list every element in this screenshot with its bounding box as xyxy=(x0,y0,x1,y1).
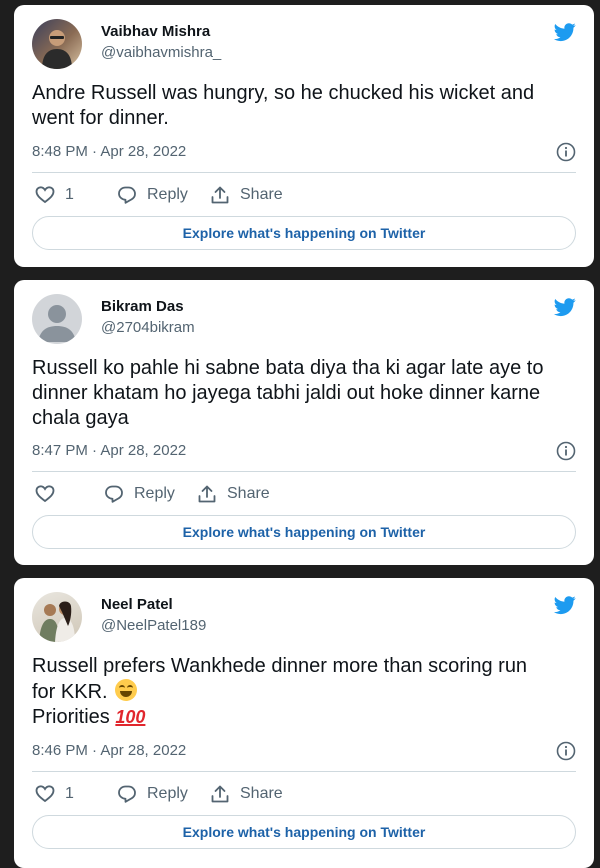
tweet-timestamp[interactable]: 8:47 PM · Apr 28, 2022 xyxy=(32,442,186,459)
reply-icon xyxy=(104,484,124,504)
heart-icon xyxy=(35,484,55,504)
tweet-text: Russell ko pahle hi sabne bata diya tha … xyxy=(32,356,577,431)
like-button[interactable] xyxy=(35,479,65,509)
tweet-text-segment: for KKR. xyxy=(32,681,108,703)
display-name[interactable]: Bikram Das xyxy=(101,298,184,315)
action-bar: 1 Reply Share xyxy=(32,180,576,210)
tweet-card: Bikram Das @2704bikram Russell ko pahle … xyxy=(14,280,594,565)
username[interactable]: @NeelPatel189 xyxy=(101,617,206,634)
tweet-timestamp[interactable]: 8:46 PM · Apr 28, 2022 xyxy=(32,742,186,759)
tweet-text-line: for KKR. xyxy=(32,679,577,705)
explore-twitter-button[interactable]: Explore what's happening on Twitter xyxy=(32,815,576,849)
like-button[interactable]: 1 xyxy=(35,779,74,809)
action-bar: 1 Reply Share xyxy=(32,779,576,809)
heart-icon xyxy=(35,185,55,205)
reply-button[interactable]: Reply xyxy=(117,779,188,809)
avatar[interactable] xyxy=(32,19,82,69)
tweet-text-line: dinner khatam ho jayega tabhi jaldi out … xyxy=(32,382,541,404)
explore-twitter-button[interactable]: Explore what's happening on Twitter xyxy=(32,515,576,549)
tweet-text-line: chala gaya xyxy=(32,407,129,429)
twitter-bird-icon[interactable] xyxy=(552,594,578,616)
share-label: Share xyxy=(240,186,283,203)
tweet-text-line: Russell ko pahle hi sabne bata diya tha … xyxy=(32,357,544,379)
username[interactable]: @2704bikram xyxy=(101,319,195,336)
share-button[interactable]: Share xyxy=(197,479,270,509)
username[interactable]: @vaibhavmishra_ xyxy=(101,44,221,61)
reply-button[interactable]: Reply xyxy=(117,180,188,210)
twitter-bird-icon[interactable] xyxy=(552,21,578,43)
reply-icon xyxy=(117,784,137,804)
tweet-text-line: Russell prefers Wankhede dinner more tha… xyxy=(32,655,528,677)
avatar[interactable] xyxy=(32,592,82,642)
tweet-text-line: Andre Russell was hungry, so he chucked … xyxy=(32,82,535,104)
share-label: Share xyxy=(240,785,283,802)
display-name[interactable]: Vaibhav Mishra xyxy=(101,23,210,40)
tweet-timestamp[interactable]: 8:48 PM · Apr 28, 2022 xyxy=(32,143,186,160)
like-count: 1 xyxy=(65,186,74,203)
reply-label: Reply xyxy=(147,186,188,203)
tweet-text-line: went for dinner. xyxy=(32,107,169,129)
tweet-text-segment: Priorities xyxy=(32,706,110,728)
reply-button[interactable]: Reply xyxy=(104,479,175,509)
share-label: Share xyxy=(227,485,270,502)
tweet-card: Neel Patel @NeelPatel189 Russell prefers… xyxy=(14,578,594,868)
reply-label: Reply xyxy=(147,785,188,802)
explore-twitter-button[interactable]: Explore what's happening on Twitter xyxy=(32,216,576,250)
share-button[interactable]: Share xyxy=(210,779,283,809)
like-count: 1 xyxy=(65,785,74,802)
tweet-card: Vaibhav Mishra @vaibhavmishra_ Andre Rus… xyxy=(14,5,594,267)
twitter-bird-icon[interactable] xyxy=(552,296,578,318)
avatar[interactable] xyxy=(32,294,82,344)
display-name[interactable]: Neel Patel xyxy=(101,596,173,613)
face-with-tears-of-joy-icon xyxy=(115,679,138,701)
heart-icon xyxy=(35,784,55,804)
share-icon xyxy=(197,484,217,504)
info-icon[interactable] xyxy=(556,741,576,761)
share-icon xyxy=(210,185,230,205)
like-button[interactable]: 1 xyxy=(35,180,74,210)
divider xyxy=(32,471,576,472)
share-button[interactable]: Share xyxy=(210,180,283,210)
info-icon[interactable] xyxy=(556,441,576,461)
tweet-text: Russell prefers Wankhede dinner more tha… xyxy=(32,654,577,730)
share-icon xyxy=(210,784,230,804)
reply-label: Reply xyxy=(134,485,175,502)
reply-icon xyxy=(117,185,137,205)
divider xyxy=(32,172,576,173)
tweet-text: Andre Russell was hungry, so he chucked … xyxy=(32,81,577,131)
divider xyxy=(32,771,576,772)
action-bar: Reply Share xyxy=(32,479,576,509)
info-icon[interactable] xyxy=(556,142,576,162)
hundred-points-icon: 100 xyxy=(115,707,146,727)
tweet-text-line: Priorities 100 xyxy=(32,705,577,730)
